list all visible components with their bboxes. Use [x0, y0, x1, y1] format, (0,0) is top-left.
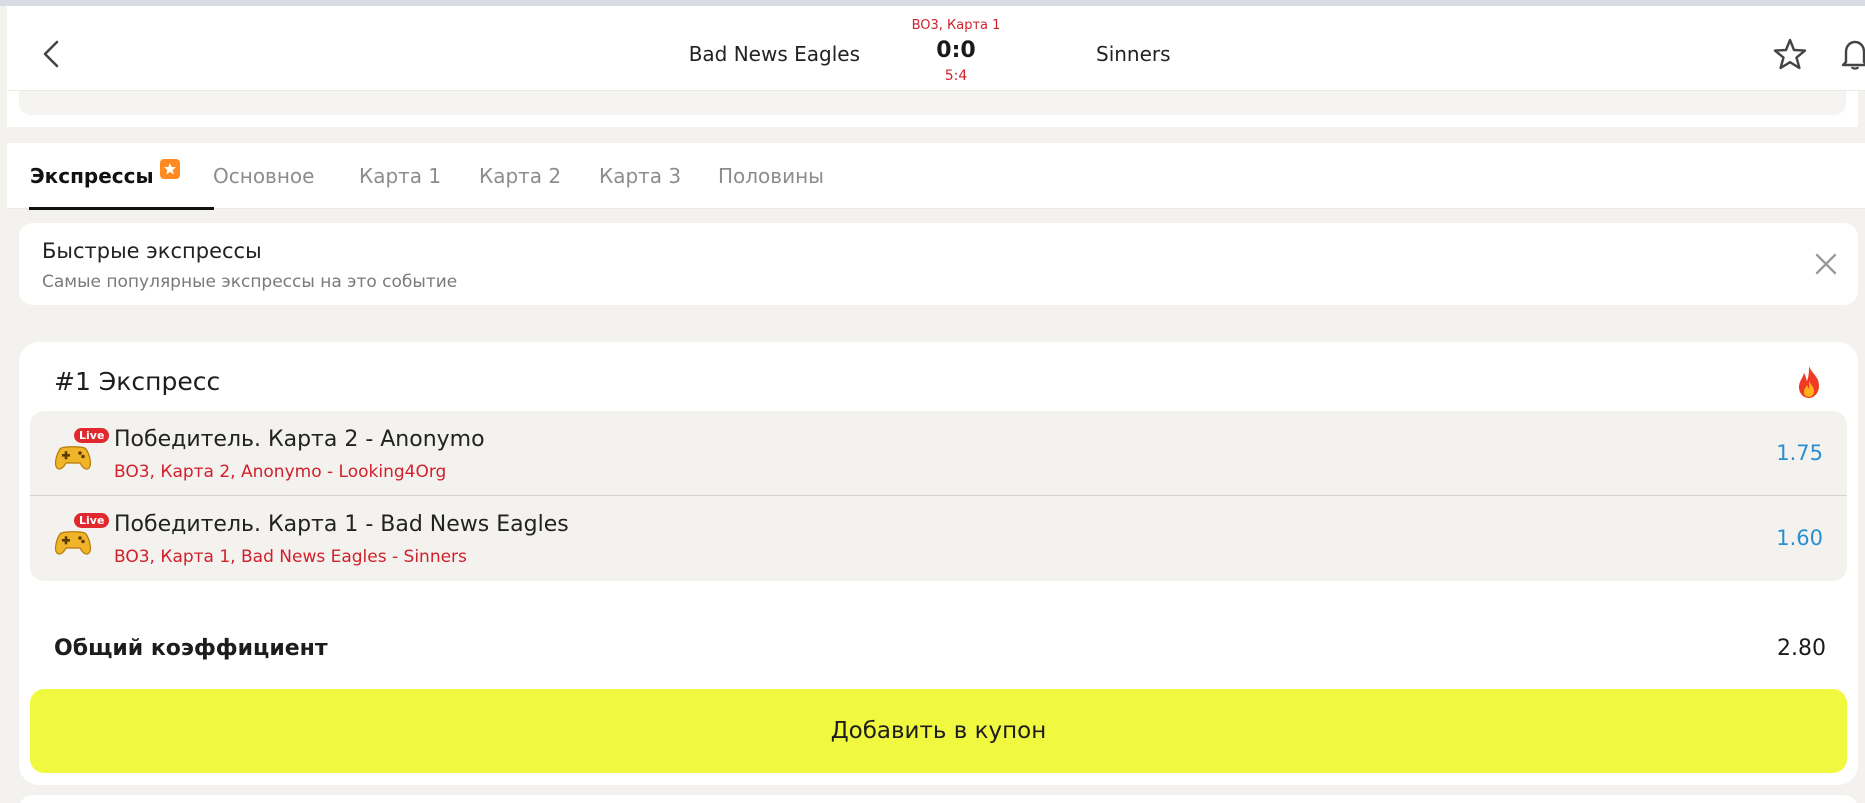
- market-tabs: Экспрессы Основное Карта 1 Карта 2 Карта…: [7, 143, 1865, 210]
- quick-express-subtitle: Самые популярные экспрессы на это событи…: [42, 272, 458, 292]
- tab-halves[interactable]: Половины: [718, 143, 824, 209]
- add-to-coupon-button[interactable]: Добавить в купон: [30, 689, 1847, 773]
- express-card: #1 Экспресс Live Победитель. Карта 2 - A…: [19, 342, 1858, 785]
- active-tab-indicator: [29, 207, 214, 210]
- tab-main[interactable]: Основное: [213, 143, 314, 209]
- next-card-edge: [19, 795, 1858, 803]
- live-badge: Live: [72, 511, 112, 530]
- tab-label: Экспрессы: [30, 164, 154, 188]
- leg-event: BO3, Карта 1, Bad News Eagles - Sinners: [114, 547, 467, 567]
- chevron-left-icon: [43, 40, 59, 68]
- match-page: Bad News Eagles BO3, Карта 1 0:0 5:4 Sin…: [0, 0, 1865, 803]
- leg-title: Победитель. Карта 2 - Anonymo: [114, 427, 485, 452]
- quick-express-banner: Быстрые экспрессы Самые популярные экспр…: [19, 223, 1858, 305]
- close-banner-button[interactable]: [1810, 248, 1842, 280]
- notifications-button[interactable]: [1837, 36, 1865, 72]
- match-score: 0:0: [936, 38, 976, 63]
- leg-title: Победитель. Карта 1 - Bad News Eagles: [114, 512, 569, 537]
- express-leg[interactable]: Live Победитель. Карта 2 - Anonymo BO3, …: [30, 411, 1847, 496]
- tab-map-2[interactable]: Карта 2: [479, 143, 561, 209]
- match-stage: BO3, Карта 1: [911, 18, 1001, 33]
- tab-map-1[interactable]: Карта 1: [359, 143, 441, 209]
- express-leg[interactable]: Live Победитель. Карта 1 - Bad News Eagl…: [30, 496, 1847, 581]
- express-legs: Live Победитель. Карта 2 - Anonymo BO3, …: [30, 411, 1847, 581]
- leg-odd[interactable]: 1.75: [1776, 441, 1823, 465]
- star-icon: [1773, 38, 1807, 70]
- team-away-name: Sinners: [1096, 42, 1171, 66]
- star-badge-icon: [159, 159, 180, 179]
- total-odds-value: 2.80: [1777, 636, 1826, 661]
- tab-express[interactable]: Экспрессы: [29, 143, 214, 210]
- total-odds-label: Общий коэффициент: [54, 636, 328, 661]
- express-title: #1 Экспресс: [54, 367, 221, 396]
- bell-icon: [1841, 40, 1865, 70]
- live-badge: Live: [72, 426, 112, 445]
- leg-odd[interactable]: 1.60: [1776, 526, 1823, 550]
- back-button[interactable]: [35, 36, 71, 72]
- collapsed-panel-inner: [19, 91, 1846, 115]
- favorite-button[interactable]: [1772, 36, 1808, 72]
- team-home-name: Bad News Eagles: [688, 42, 860, 66]
- quick-express-title: Быстрые экспрессы: [42, 239, 262, 263]
- map-score: 5:4: [944, 68, 968, 84]
- close-icon: [1815, 253, 1837, 275]
- header-collapsed-panel: [7, 91, 1858, 127]
- fire-icon: [1799, 366, 1819, 398]
- match-status: BO3, Карта 1 0:0 5:4: [896, 12, 1016, 84]
- tab-map-3[interactable]: Карта 3: [599, 143, 681, 209]
- leg-event: BO3, Карта 2, Anonymo - Looking4Org: [114, 462, 447, 482]
- match-header: Bad News Eagles BO3, Карта 1 0:0 5:4 Sin…: [7, 6, 1865, 91]
